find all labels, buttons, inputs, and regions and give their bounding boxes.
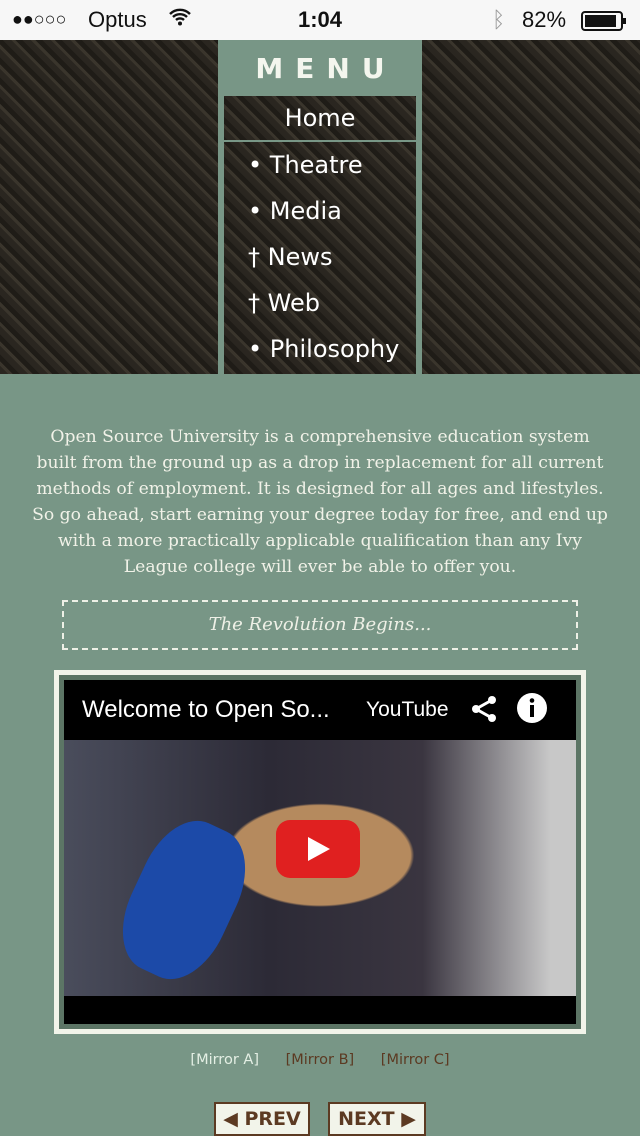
menu-item-home[interactable]: Home — [224, 96, 416, 142]
menu-item-label: Media — [269, 197, 342, 225]
menu-item-label: Web — [267, 289, 320, 317]
signal-strength: ●●○○○ — [12, 9, 67, 29]
intro-text: Open Source University is a comprehensiv… — [32, 427, 608, 577]
menu-item-theatre[interactable]: • Theatre — [224, 142, 416, 188]
menu-title: MENU — [255, 52, 397, 85]
battery-percent: 82% — [522, 7, 567, 32]
bullet-icon: • — [248, 197, 263, 225]
menu-item-label: News — [267, 243, 333, 271]
dagger-icon: † — [248, 289, 260, 317]
nav-menu: MENU Home • Theatre • Media † News † Web… — [218, 40, 422, 374]
video-title-bar: Welcome to Open So... YouTube — [64, 680, 576, 740]
bluetooth-icon: ᛒ — [492, 7, 506, 32]
menu-item-media[interactable]: • Media — [224, 188, 416, 234]
video-title[interactable]: Welcome to Open So... — [82, 696, 330, 724]
menu-item-web[interactable]: † Web — [224, 280, 416, 326]
share-icon[interactable] — [470, 694, 500, 729]
carrier: Optus — [88, 7, 147, 32]
menu-item-philosophy[interactable]: • Philosophy — [224, 326, 416, 372]
video-embed[interactable]: Welcome to Open So... YouTube — [54, 670, 586, 1034]
menu-item-news[interactable]: † News — [224, 234, 416, 280]
play-button[interactable] — [276, 820, 360, 878]
info-icon[interactable] — [516, 692, 548, 729]
mirror-links: [Mirror A] [Mirror B] [Mirror C] — [0, 1052, 640, 1068]
prev-label: PREV — [244, 1108, 301, 1130]
menu-list: Home • Theatre • Media † News † Web • Ph… — [224, 96, 416, 374]
wifi-icon — [168, 7, 192, 33]
status-bar: ●●○○○ Optus 1:04 ᛒ 82% — [0, 0, 640, 40]
arrow-left-icon: ◀ — [223, 1108, 238, 1130]
menu-item-label: Philosophy — [269, 335, 400, 363]
bullet-icon: • — [248, 151, 263, 179]
mirror-c-link[interactable]: [Mirror C] — [381, 1052, 450, 1068]
header-banner: MENU Home • Theatre • Media † News † Web… — [0, 40, 640, 374]
bullet-icon: • — [248, 335, 263, 363]
mirror-b-link[interactable]: [Mirror B] — [286, 1052, 355, 1068]
battery-icon — [581, 11, 627, 37]
youtube-label[interactable]: YouTube — [366, 698, 449, 722]
menu-item-label: Theatre — [269, 151, 363, 179]
prev-button[interactable]: ◀ PREV — [214, 1102, 310, 1136]
dagger-icon: † — [248, 243, 260, 271]
arrow-right-icon: ▶ — [401, 1108, 416, 1130]
next-button[interactable]: NEXT ▶ — [328, 1102, 426, 1136]
clock: 1:04 — [298, 7, 343, 32]
mirror-a-link[interactable]: [Mirror A] — [190, 1052, 259, 1068]
next-label: NEXT — [338, 1108, 395, 1130]
tagline-box: The Revolution Begins... — [62, 600, 578, 650]
